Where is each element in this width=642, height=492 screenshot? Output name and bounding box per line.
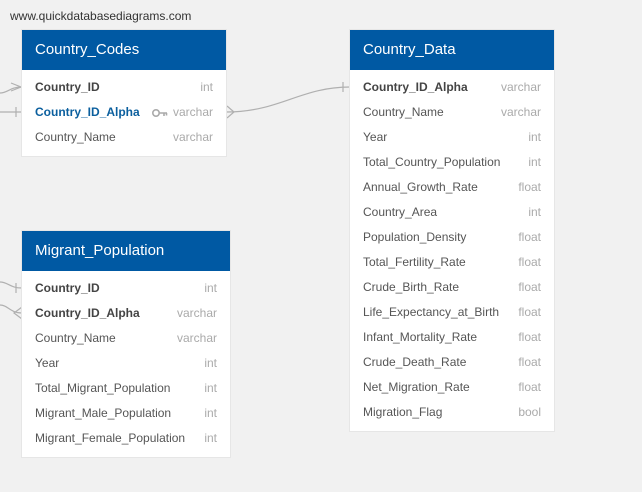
field-type: int [204, 356, 217, 370]
table-title: Country_Codes [22, 30, 226, 70]
field-name: Country_ID [35, 281, 100, 295]
field-name: Total_Migrant_Population [35, 381, 171, 395]
field-row[interactable]: Total_Fertility_Rate float [350, 250, 554, 275]
key-icon [151, 100, 168, 125]
field-type: int [204, 431, 217, 445]
field-type: float [518, 380, 541, 394]
field-type: float [518, 355, 541, 369]
field-type: varchar [176, 306, 217, 320]
field-type: int [204, 406, 217, 420]
field-name: Net_Migration_Rate [363, 380, 470, 394]
field-name: Country_ID_Alpha [35, 306, 140, 320]
field-name: Year [363, 130, 388, 144]
field-type: varchar [176, 331, 217, 345]
field-name: Crude_Death_Rate [363, 355, 467, 369]
field-row[interactable]: Migrant_Male_Population int [22, 401, 230, 426]
field-name: Total_Country_Population [363, 155, 501, 169]
field-name: Migration_Flag [363, 405, 443, 419]
field-type: float [518, 255, 541, 269]
field-type: float [518, 330, 541, 344]
field-type: int [200, 80, 213, 94]
field-name: Migrant_Female_Population [35, 431, 186, 445]
field-row[interactable]: Crude_Death_Rate float [350, 350, 554, 375]
field-name: Country_ID_Alpha [363, 80, 468, 94]
field-type: int [528, 155, 541, 169]
field-row[interactable]: Total_Country_Population int [350, 150, 554, 175]
field-name: Infant_Mortality_Rate [363, 330, 478, 344]
field-type: float [518, 230, 541, 244]
table-migrant-population[interactable]: Migrant_Population Country_ID int Countr… [22, 231, 230, 457]
field-row[interactable]: Net_Migration_Rate float [350, 375, 554, 400]
field-type: float [518, 280, 541, 294]
field-type: float [518, 305, 541, 319]
field-row[interactable]: Country_Area int [350, 200, 554, 225]
field-name: Country_Name [363, 105, 444, 119]
field-name: Migrant_Male_Population [35, 406, 172, 420]
field-type: int [528, 130, 541, 144]
field-row[interactable]: Crude_Birth_Rate float [350, 275, 554, 300]
field-row[interactable]: Country_ID_Alpha varchar [350, 75, 554, 100]
field-type: varchar [172, 105, 213, 119]
field-type: float [518, 180, 541, 194]
field-row[interactable]: Total_Migrant_Population int [22, 376, 230, 401]
field-name: Year [35, 356, 60, 370]
link-migrant-id [0, 281, 23, 289]
field-type: varchar [500, 105, 541, 119]
field-row[interactable]: Life_Expectancy_at_Birth float [350, 300, 554, 325]
field-type: int [528, 205, 541, 219]
field-name: Life_Expectancy_at_Birth [363, 305, 500, 319]
crow-foot-country-codes-id [10, 82, 23, 92]
field-row[interactable]: Year int [350, 125, 554, 150]
field-row[interactable]: Country_Name varchar [350, 100, 554, 125]
link-codes-to-data [225, 86, 351, 113]
field-name: Annual_Growth_Rate [363, 180, 478, 194]
table-country-codes[interactable]: Country_Codes Country_ID int Country_ID_… [22, 30, 226, 156]
field-name: Country_Name [35, 130, 116, 144]
field-type: int [204, 281, 217, 295]
field-type: bool [518, 405, 541, 419]
field-row[interactable]: Country_ID int [22, 276, 230, 301]
field-row[interactable]: Country_ID int [22, 75, 226, 100]
field-row[interactable]: Country_Name varchar [22, 326, 230, 351]
field-row[interactable]: Migrant_Female_Population int [22, 426, 230, 451]
field-type: varchar [172, 130, 213, 144]
field-type: int [204, 381, 217, 395]
field-name: Country_ID [35, 80, 100, 94]
field-name: Population_Density [363, 230, 467, 244]
field-row[interactable]: Year int [22, 351, 230, 376]
field-name: Total_Fertility_Rate [363, 255, 466, 269]
table-country-data[interactable]: Country_Data Country_ID_Alpha varchar Co… [350, 30, 554, 431]
field-row[interactable]: Infant_Mortality_Rate float [350, 325, 554, 350]
field-name: Country_Name [35, 331, 116, 345]
field-name: Country_ID_Alpha [35, 105, 140, 119]
field-row[interactable]: Country_ID_Alpha varchar [22, 100, 226, 125]
field-name: Crude_Birth_Rate [363, 280, 460, 294]
field-row[interactable]: Country_ID_Alpha varchar [22, 301, 230, 326]
field-row[interactable]: Population_Density float [350, 225, 554, 250]
field-row[interactable]: Annual_Growth_Rate float [350, 175, 554, 200]
field-row[interactable]: Country_Name varchar [22, 125, 226, 150]
field-type: varchar [500, 80, 541, 94]
table-title: Country_Data [350, 30, 554, 70]
field-name: Country_Area [363, 205, 438, 219]
table-title: Migrant_Population [22, 231, 230, 271]
field-row[interactable]: Migration_Flag bool [350, 400, 554, 425]
